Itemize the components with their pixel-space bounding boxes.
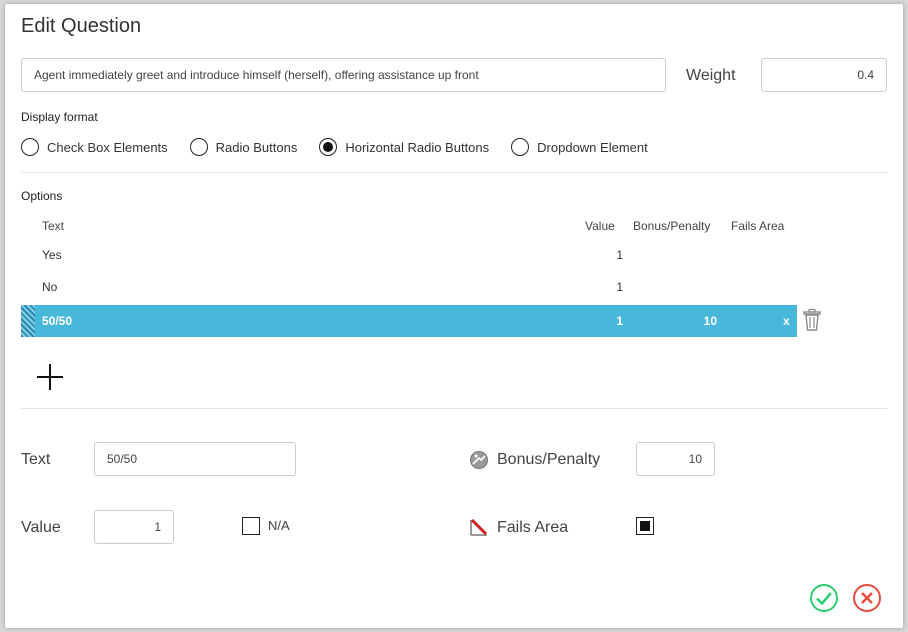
row-value: 1: [616, 280, 623, 294]
row-bonus: 10: [703, 314, 717, 328]
option-value-input[interactable]: 1: [94, 510, 174, 544]
weight-label: Weight: [686, 67, 736, 84]
radio-label: Horizontal Radio Buttons: [345, 139, 490, 155]
question-text-input[interactable]: Agent immediately greet and introduce hi…: [21, 58, 666, 92]
display-format-radio-group: Check Box Elements Radio Buttons Horizon…: [21, 138, 670, 156]
row-text: 50/50: [42, 314, 73, 328]
plus-icon[interactable]: [37, 364, 63, 390]
options-label: Options: [21, 189, 63, 203]
header-fails-area: Fails Area: [731, 219, 785, 233]
radio-circle[interactable]: [189, 138, 208, 156]
trash-icon[interactable]: [801, 308, 823, 332]
row-value: 1: [616, 248, 623, 262]
radio-check-box-elements[interactable]: Check Box Elements: [21, 138, 168, 156]
text-field-label: Text: [21, 451, 51, 468]
drag-handle[interactable]: [21, 305, 35, 337]
radio-dropdown-element[interactable]: Dropdown Element: [511, 138, 648, 156]
option-text-input[interactable]: 50/50: [94, 442, 296, 476]
value-field-label: Value: [21, 519, 61, 536]
radio-radio-buttons[interactable]: Radio Buttons: [189, 138, 298, 156]
row-value: 1: [616, 314, 623, 328]
row-text: No: [42, 280, 58, 294]
fails-area-label: Fails Area: [497, 519, 569, 536]
bonus-penalty-value: 10: [688, 452, 702, 466]
na-checkbox[interactable]: [242, 517, 260, 535]
cancel-circle-icon[interactable]: [852, 583, 882, 613]
divider: [21, 172, 887, 173]
radio-circle[interactable]: [511, 138, 530, 156]
edit-question-dialog: Edit Question Agent immediately greet an…: [5, 4, 903, 628]
display-format-label: Display format: [21, 110, 98, 124]
option-text-value: 50/50: [107, 452, 138, 466]
table-row-selected[interactable]: 50/50 1 10 x: [21, 305, 797, 337]
radio-circle[interactable]: [21, 138, 39, 156]
radio-horizontal-radio-buttons[interactable]: Horizontal Radio Buttons: [319, 138, 489, 156]
radio-label: Radio Buttons: [215, 139, 298, 155]
row-fails: x: [783, 314, 790, 328]
question-text-value: Agent immediately greet and introduce hi…: [34, 68, 479, 82]
weight-value: 0.4: [857, 68, 874, 82]
table-row[interactable]: Yes 1: [21, 239, 797, 271]
weight-input[interactable]: 0.4: [761, 58, 887, 92]
radio-label: Check Box Elements: [47, 139, 168, 155]
dialog-title: Edit Question: [21, 15, 142, 37]
check-circle-icon[interactable]: [809, 583, 839, 613]
header-text: Text: [42, 219, 65, 233]
fails-area-icon: [469, 517, 489, 537]
fails-area-checkbox[interactable]: [636, 517, 654, 535]
header-bonus-penalty: Bonus/Penalty: [633, 219, 711, 233]
bonus-penalty-icon: [469, 450, 489, 470]
bonus-penalty-input[interactable]: 10: [636, 442, 715, 476]
option-value-value: 1: [154, 520, 161, 534]
na-label: N/A: [268, 518, 290, 533]
radio-label: Dropdown Element: [537, 139, 648, 155]
header-value: Value: [585, 219, 615, 233]
radio-circle-selected[interactable]: [319, 138, 338, 156]
bonus-penalty-label: Bonus/Penalty: [497, 451, 601, 468]
divider: [21, 408, 887, 409]
table-row[interactable]: No 1: [21, 271, 797, 303]
row-text: Yes: [42, 248, 62, 262]
